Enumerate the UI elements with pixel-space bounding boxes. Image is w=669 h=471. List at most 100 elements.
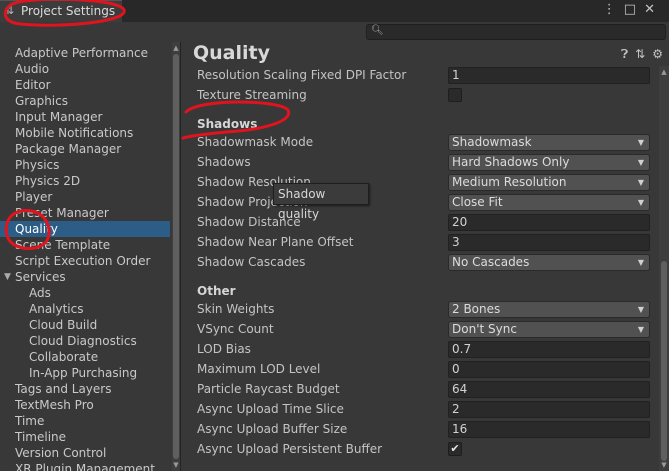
window-buttons: ⋮□✕ bbox=[603, 2, 663, 17]
setting-row-vsync-count: VSync Count Don't Sync ▼ bbox=[197, 320, 657, 340]
search-input[interactable]: 🔍︎ bbox=[366, 24, 666, 40]
texture-streaming-checkbox[interactable] bbox=[448, 88, 462, 102]
shadow-resolution-dropdown[interactable]: Medium Resolution ▼ bbox=[448, 174, 650, 191]
help-icon[interactable]: ❓︎ bbox=[621, 47, 628, 61]
header-icons: ❓︎ ⇅ ⚙ bbox=[614, 47, 663, 62]
shadow-near-plane-offset-field[interactable]: 3 bbox=[448, 234, 650, 251]
shadow-cascades-dropdown[interactable]: No Cascades ▼ bbox=[448, 254, 650, 271]
sidebar-item-input-manager[interactable]: Input Manager bbox=[0, 109, 170, 125]
setting-row-async-upload-buffer-size: Async Upload Buffer Size 16 bbox=[197, 420, 657, 440]
sidebar-item-label: Preset Manager bbox=[15, 206, 109, 220]
shadows-dropdown[interactable]: Hard Shadows Only ▼ bbox=[448, 154, 650, 171]
vsync-count-dropdown[interactable]: Don't Sync ▼ bbox=[448, 321, 650, 338]
setting-row-async-upload-time-slice: Async Upload Time Slice 2 bbox=[197, 400, 657, 420]
setting-row-shadow-projection: Shadow Projection Close Fit ▼ bbox=[197, 193, 657, 213]
setting-row-shadow-near-plane-offset: Shadow Near Plane Offset 3 bbox=[197, 233, 657, 253]
setting-row-particle-raycast-budget: Particle Raycast Budget 64 bbox=[197, 380, 657, 400]
dropdown-value: Close Fit bbox=[452, 195, 503, 209]
async-upload-persistent-buffer-checkbox[interactable]: ✔ bbox=[448, 442, 462, 456]
setting-label: Shadow Near Plane Offset bbox=[197, 235, 354, 249]
sidebar-item-label: Version Control bbox=[15, 446, 107, 460]
sidebar-item-physics[interactable]: Physics bbox=[0, 157, 170, 173]
sidebar-item-label: Collaborate bbox=[29, 350, 99, 364]
setting-label: Particle Raycast Budget bbox=[197, 382, 340, 396]
sidebar-item-label: Timeline bbox=[15, 430, 67, 444]
scroll-up-arrow-icon[interactable]: ▲ bbox=[172, 44, 180, 52]
sidebar-item-graphics[interactable]: Graphics bbox=[0, 93, 170, 109]
lod-bias-field[interactable]: 0.7 bbox=[448, 341, 650, 358]
sidebar-item-ads[interactable]: Ads bbox=[0, 285, 170, 301]
shadows-section-header[interactable]: Shadows bbox=[197, 117, 257, 131]
setting-label: LOD Bias bbox=[197, 342, 251, 356]
sidebar-item-label: XR Plugin Management bbox=[15, 462, 155, 471]
async-upload-buffer-size-field[interactable]: 16 bbox=[448, 421, 650, 438]
shadow-distance-field[interactable]: 20 bbox=[448, 214, 650, 231]
maximum-lod-level-field[interactable]: 0 bbox=[448, 361, 650, 378]
search-row: 🔍︎ bbox=[0, 22, 669, 42]
setting-row-shadow-resolution: Shadow Resolution Medium Resolution ▼ bbox=[197, 173, 657, 193]
sidebar-item-cloud-diagnostics[interactable]: Cloud Diagnostics bbox=[0, 333, 170, 349]
sidebar-item-label: Adaptive Performance bbox=[15, 46, 148, 60]
sidebar-item-label: Cloud Diagnostics bbox=[29, 334, 137, 348]
panel-divider[interactable] bbox=[180, 42, 181, 471]
sidebar-item-version-control[interactable]: Version Control bbox=[0, 445, 170, 461]
sidebar-item-player[interactable]: Player bbox=[0, 189, 170, 205]
maximize-icon[interactable]: □ bbox=[624, 2, 644, 17]
other-section-header[interactable]: Other bbox=[197, 284, 236, 298]
chevron-down-icon: ▼ bbox=[637, 305, 644, 314]
resolution-scaling-fixed-dpi-factor-field[interactable]: 1 bbox=[448, 67, 650, 84]
setting-row-skin-weights: Skin Weights 2 Bones ▼ bbox=[197, 300, 657, 320]
setting-label: Async Upload Time Slice bbox=[197, 402, 344, 416]
scroll-down-arrow-icon[interactable]: ▼ bbox=[659, 461, 669, 469]
setting-label: VSync Count bbox=[197, 322, 274, 336]
scroll-down-arrow-icon[interactable]: ▼ bbox=[172, 461, 180, 469]
sidebar-scroll-thumb[interactable] bbox=[173, 54, 179, 459]
sidebar-item-label: Tags and Layers bbox=[15, 382, 112, 396]
sidebar-item-mobile-notifications[interactable]: Mobile Notifications bbox=[0, 125, 170, 141]
content-scrollbar[interactable]: ▲ ▼ bbox=[659, 66, 669, 471]
close-icon[interactable]: ✕ bbox=[644, 2, 663, 17]
sidebar-item-time[interactable]: Time bbox=[0, 413, 170, 429]
shadowmask-mode-dropdown[interactable]: Shadowmask ▼ bbox=[448, 134, 650, 151]
sidebar-item-physics-2d[interactable]: Physics 2D bbox=[0, 173, 170, 189]
dropdown-value: 2 Bones bbox=[452, 302, 501, 316]
sidebar-item-label: Audio bbox=[15, 62, 50, 76]
sidebar-item-preset-manager[interactable]: Preset Manager bbox=[0, 205, 170, 221]
scroll-up-arrow-icon[interactable]: ▲ bbox=[659, 68, 669, 76]
sidebar-item-audio[interactable]: Audio bbox=[0, 61, 170, 77]
sidebar-item-textmesh-pro[interactable]: TextMesh Pro bbox=[0, 397, 170, 413]
setting-label: Shadows bbox=[197, 155, 251, 169]
sidebar-item-label: Quality bbox=[15, 222, 58, 236]
particle-raycast-budget-field[interactable]: 64 bbox=[448, 381, 650, 398]
setting-row-texture-streaming: Texture Streaming bbox=[197, 86, 657, 106]
sidebar-item-timeline[interactable]: Timeline bbox=[0, 429, 170, 445]
sidebar-item-in-app-purchasing[interactable]: In-App Purchasing bbox=[0, 365, 170, 381]
presets-icon[interactable]: ⇅ bbox=[635, 47, 645, 61]
setting-label: Async Upload Persistent Buffer bbox=[197, 442, 383, 456]
sidebar-item-analytics[interactable]: Analytics bbox=[0, 301, 170, 317]
sidebar-scrollbar[interactable]: ▲ ▼ bbox=[172, 42, 180, 471]
content-scroll-thumb[interactable] bbox=[661, 261, 667, 461]
sidebar-item-quality[interactable]: Quality bbox=[0, 221, 170, 237]
settings-gear-icon[interactable]: ⚙ bbox=[652, 47, 663, 61]
sidebar-item-scene-template[interactable]: Scene Template bbox=[0, 237, 170, 253]
setting-label: Maximum LOD Level bbox=[197, 362, 321, 376]
more-options-icon[interactable]: ⋮ bbox=[603, 2, 624, 17]
sidebar-item-adaptive-performance[interactable]: Adaptive Performance bbox=[0, 45, 170, 61]
sidebar-item-collaborate[interactable]: Collaborate bbox=[0, 349, 170, 365]
expand-arrow-icon[interactable]: ▼ bbox=[4, 269, 11, 285]
sidebar-item-cloud-build[interactable]: Cloud Build bbox=[0, 317, 170, 333]
skin-weights-dropdown[interactable]: 2 Bones ▼ bbox=[448, 301, 650, 318]
async-upload-time-slice-field[interactable]: 2 bbox=[448, 401, 650, 418]
main-header: Quality ❓︎ ⇅ ⚙ bbox=[181, 42, 669, 66]
sidebar-item-script-execution-order[interactable]: Script Execution Order bbox=[0, 253, 170, 269]
sidebar-item-tags-and-layers[interactable]: Tags and Layers bbox=[0, 381, 170, 397]
sidebar-item-package-manager[interactable]: Package Manager bbox=[0, 141, 170, 157]
sidebar-item-services[interactable]: ▼ Services bbox=[0, 269, 170, 285]
shadow-projection-dropdown[interactable]: Close Fit ▼ bbox=[448, 194, 650, 211]
sidebar-item-xr-plugin-management[interactable]: XR Plugin Management bbox=[0, 461, 170, 471]
sidebar-item-editor[interactable]: Editor bbox=[0, 77, 170, 93]
tooltip: Shadow quality bbox=[273, 183, 369, 221]
chevron-down-icon: ▼ bbox=[637, 138, 644, 147]
project-settings-tab[interactable]: ⇅ Project Settings bbox=[0, 0, 122, 22]
